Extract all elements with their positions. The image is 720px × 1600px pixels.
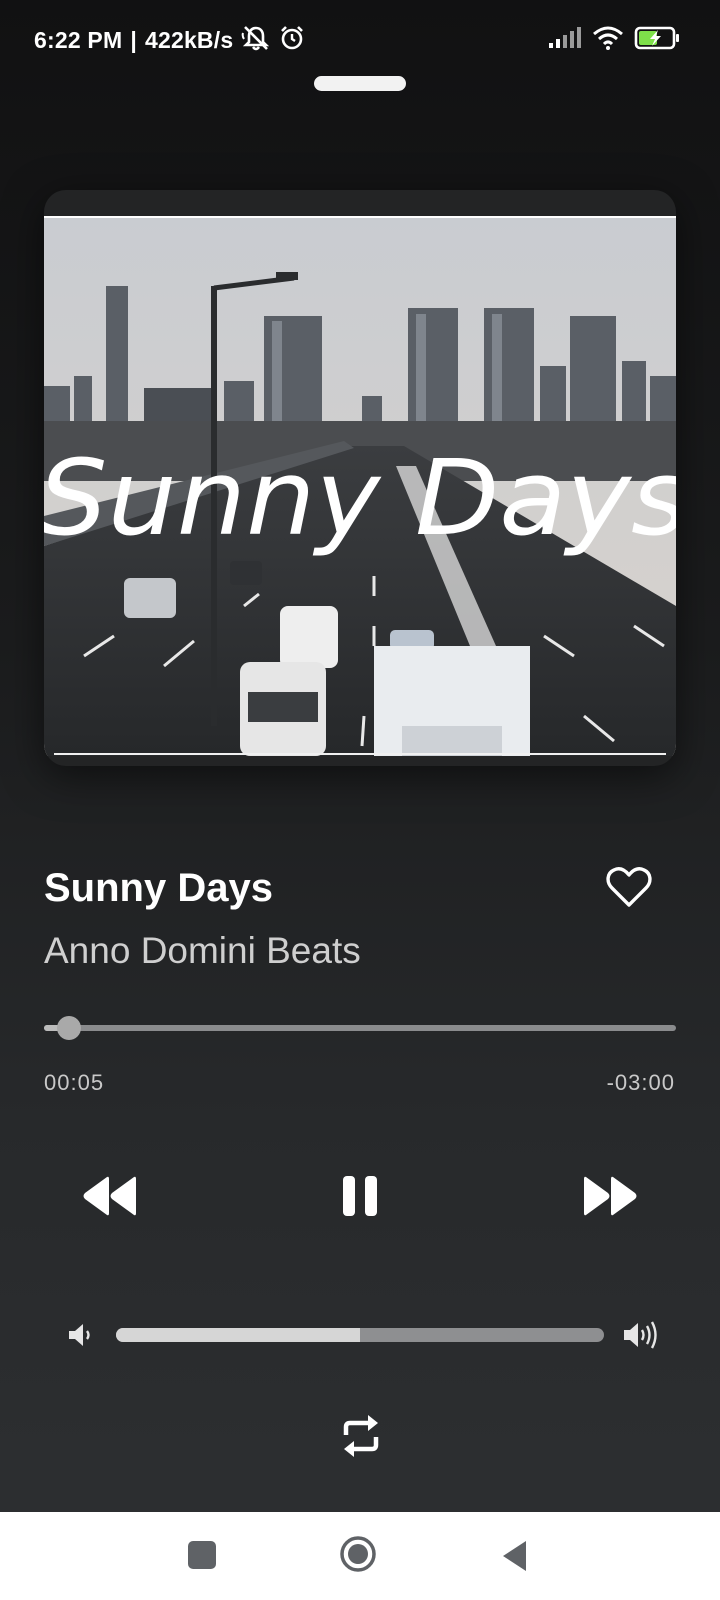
pause-icon	[343, 1176, 377, 1216]
elapsed-time: 00:05	[44, 1070, 105, 1095]
recents-square-icon[interactable]	[188, 1541, 216, 1569]
album-art-text: Sunny Days	[44, 437, 676, 559]
status-separator: |	[130, 27, 137, 53]
status-bar-right	[548, 26, 680, 55]
seek-bar-thumb[interactable]	[57, 1016, 82, 1040]
like-button[interactable]	[604, 864, 654, 910]
volume-slider-fill	[116, 1328, 360, 1342]
remaining-time: -03:00	[606, 1070, 675, 1095]
pause-button[interactable]	[336, 1168, 384, 1224]
repeat-button[interactable]	[338, 1412, 384, 1460]
fast-forward-icon	[584, 1176, 637, 1216]
system-nav-bar	[0, 1512, 720, 1600]
sheet-drag-handle[interactable]	[314, 76, 406, 91]
track-title: Sunny Days	[44, 866, 273, 910]
notifications-muted-icon	[241, 24, 271, 57]
rewind-icon	[83, 1176, 136, 1216]
home-circle-icon[interactable]	[339, 1535, 377, 1573]
wifi-icon	[592, 26, 624, 55]
fast-forward-button[interactable]	[580, 1168, 644, 1224]
volume-low-icon[interactable]	[66, 1320, 96, 1350]
rewind-button[interactable]	[76, 1168, 140, 1224]
back-triangle-icon[interactable]	[500, 1539, 528, 1573]
alarm-icon	[279, 25, 305, 56]
track-artist[interactable]: Anno Domini Beats	[44, 930, 361, 972]
battery-charging-icon	[634, 26, 680, 55]
heart-outline-icon	[606, 867, 652, 907]
seek-bar[interactable]	[44, 1016, 676, 1040]
volume-high-icon[interactable]	[622, 1318, 660, 1352]
repeat-icon	[343, 1415, 379, 1457]
network-speed: 422kB/s	[144, 27, 234, 53]
album-art-card: Sunny Days	[44, 190, 676, 766]
album-art-image: Sunny Days	[44, 216, 676, 756]
status-bar: 6:22 PM | 422kB/s	[0, 0, 720, 78]
status-bar-left: 6:22 PM | 422kB/s	[34, 24, 305, 57]
volume-slider[interactable]	[116, 1328, 604, 1342]
signal-icon	[548, 27, 582, 54]
status-time: 6:22 PM	[34, 27, 123, 53]
